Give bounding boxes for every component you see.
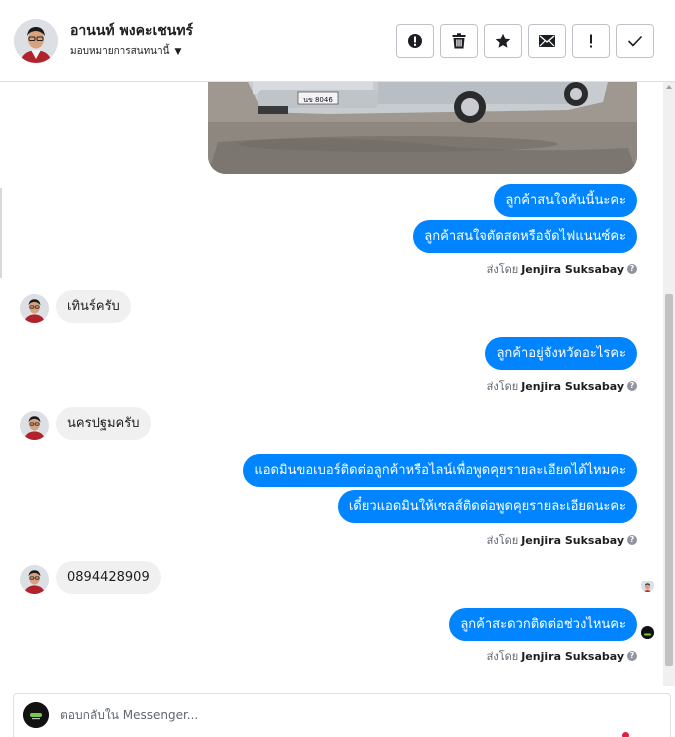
sent-by-agent[interactable]: Jenjira Suksabay [521,380,624,393]
assign-conversation-dropdown[interactable]: มอบหมายการสนทนานี้ ▼ [70,44,181,59]
sent-by-prefix: ส่งโดย [486,380,519,393]
caret-down-icon: ▼ [174,46,182,57]
message-bubble-incoming[interactable]: นครปฐมครับ [56,407,151,440]
sent-by-agent[interactable]: Jenjira Suksabay [521,534,624,547]
help-icon[interactable]: ? [627,535,637,545]
help-icon[interactable]: ? [627,381,637,391]
exclamation-icon [590,34,592,48]
sent-by-label: ส่งโดย Jenjira Suksabay ? [487,647,637,665]
mark-spam-button[interactable] [396,24,434,58]
star-button[interactable] [484,24,522,58]
message-bubble-outgoing[interactable]: ลูกค้าสะดวกติดต่อช่วงไหนคะ [449,608,637,641]
contact-avatar-small[interactable] [20,411,49,440]
follow-up-button[interactable] [572,24,610,58]
alert-circle-icon [408,34,422,48]
conversation-header: อานนท์ พงคะเชนทร์ มอบหมายการสนทนานี้ ▼ [0,0,675,82]
sent-by-agent[interactable]: Jenjira Suksabay [521,263,624,276]
contact-avatar-small[interactable] [20,565,49,594]
mark-done-button[interactable] [616,24,654,58]
notification-dot [622,732,629,737]
sent-by-prefix: ส่งโดย [486,263,519,276]
reply-input[interactable] [60,708,620,722]
check-icon [627,35,643,47]
sent-by-label: ส่งโดย Jenjira Suksabay ? [487,260,637,278]
scroll-up-arrow-icon[interactable] [666,85,672,89]
license-plate-text: นข 8046 [303,96,333,104]
message-bubble-outgoing[interactable]: แอดมินขอเบอร์ติดต่อลูกค้าหรือไลน์เพื่อพู… [243,454,637,487]
sent-by-prefix: ส่งโดย [486,650,519,663]
messenger-inbox: อานนท์ พงคะเชนทร์ มอบหมายการสนทนานี้ ▼ น… [0,0,675,737]
message-bubble-incoming[interactable]: 0894428909 [56,561,161,594]
message-thread[interactable]: นข 8046 ลูกค้าสนใจคันนี้นะคะ ลูกค้าสนใจต… [0,82,663,686]
page-delivered-icon [641,626,654,639]
message-bubble-outgoing[interactable]: เดี๋ยวแอดมินให้เซลส์ติดต่อพูดคุยรายละเอี… [337,490,637,523]
scroll-thumb[interactable] [665,294,673,666]
header-actions [396,24,654,58]
thread-scrollbar[interactable] [663,82,675,686]
mark-unread-button[interactable] [528,24,566,58]
seen-by-contact-avatar [641,579,654,592]
sent-by-agent[interactable]: Jenjira Suksabay [521,650,624,663]
sent-by-label: ส่งโดย Jenjira Suksabay ? [487,377,637,395]
trash-icon [452,33,466,49]
sent-by-prefix: ส่งโดย [486,534,519,547]
sent-by-label: ส่งโดย Jenjira Suksabay ? [487,531,637,549]
page-logo-avatar [23,702,49,728]
star-icon [495,33,511,48]
message-bubble-outgoing[interactable]: ลูกค้าอยู่จังหวัดอะไรคะ [485,337,637,370]
left-border [0,188,2,278]
contact-avatar-small[interactable] [20,294,49,323]
help-icon[interactable]: ? [627,264,637,274]
assign-label: มอบหมายการสนทนานี้ [70,46,170,57]
car-photo-attachment[interactable]: นข 8046 [208,82,637,174]
contact-avatar[interactable] [14,19,58,63]
message-bubble-outgoing[interactable]: ลูกค้าสนใจตัดสดหรือจัดไฟแนนซ์คะ [413,220,637,253]
envelope-icon [539,35,555,47]
contact-name[interactable]: อานนท์ พงคะเชนทร์ [70,20,193,42]
reply-composer [13,693,671,737]
help-icon[interactable]: ? [627,651,637,661]
message-bubble-incoming[interactable]: เทินร์ครับ [56,290,131,323]
message-bubble-outgoing[interactable]: ลูกค้าสนใจคันนี้นะคะ [494,184,637,217]
delete-button[interactable] [440,24,478,58]
